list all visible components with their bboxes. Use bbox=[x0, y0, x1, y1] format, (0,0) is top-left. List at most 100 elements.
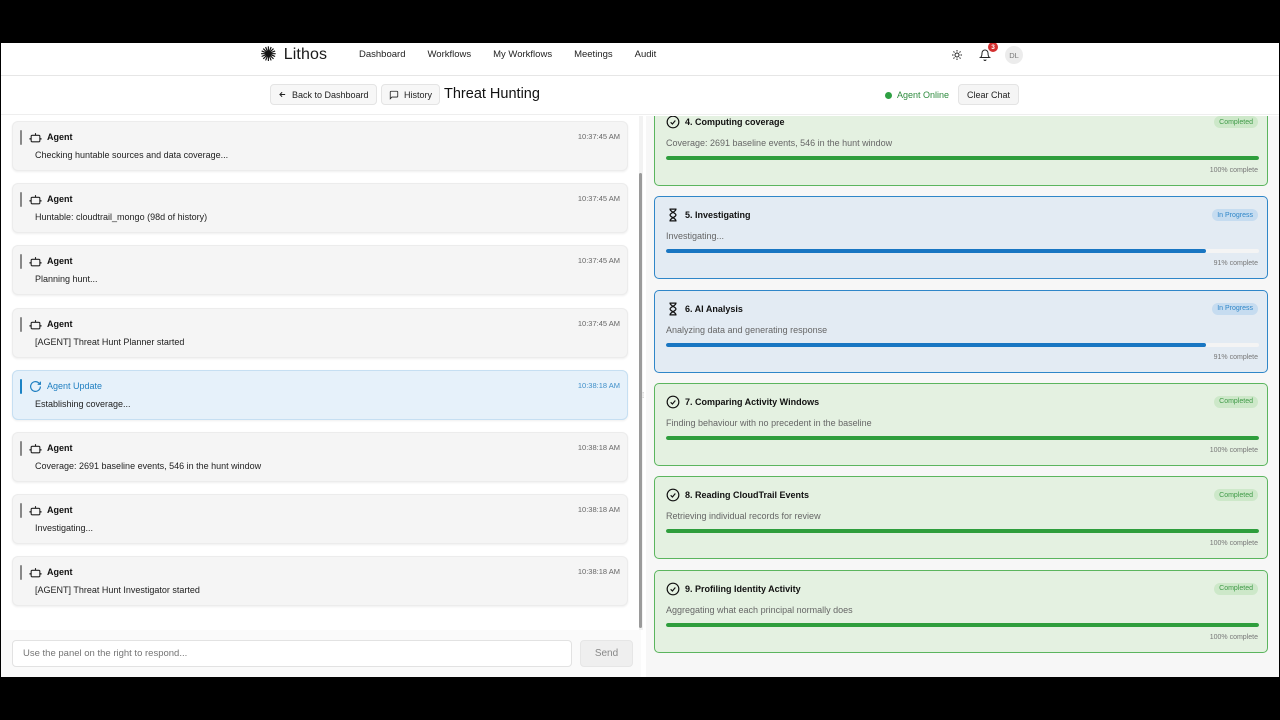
sun-icon bbox=[952, 50, 962, 60]
notification-badge: 3 bbox=[988, 43, 998, 52]
app-window: ✺ Lithos Dashboard Workflows My Workflow… bbox=[1, 43, 1279, 677]
chat-message: Agent 10:38:18 AM [AGENT] Threat Hunt Inve… bbox=[12, 556, 628, 607]
message-author: Agent bbox=[47, 132, 73, 142]
message-timestamp: 10:37:45 AM bbox=[577, 318, 620, 328]
nav-dashboard[interactable]: Dashboard bbox=[359, 49, 405, 60]
step-progress-bar bbox=[666, 249, 1259, 254]
workflow-steps-panel[interactable]: 4. Computing coverage Completed Coverage: … bbox=[646, 116, 1279, 677]
workflow-step-card[interactable]: 5. Investigating In Progress Investigating… bbox=[654, 196, 1268, 280]
message-text: Huntable: cloudtrail_mongo (98d of histo… bbox=[35, 212, 208, 223]
workflow-step-card[interactable]: 9. Profiling Identity Activity Completed A… bbox=[654, 569, 1268, 653]
chat-message: Agent 10:37:45 AM Checking huntable source… bbox=[12, 121, 628, 171]
message-timestamp: 10:38:18 AM bbox=[577, 505, 620, 515]
step-description: Investigating... bbox=[666, 231, 725, 242]
message-timestamp: 10:38:18 AM bbox=[577, 567, 620, 577]
step-description: Retrieving individual records for review bbox=[666, 511, 821, 522]
step-status-badge: Completed bbox=[1214, 116, 1258, 128]
arrow-left-icon bbox=[279, 91, 286, 98]
chat-messages-panel[interactable]: Agent 10:37:45 AM Checking huntable source… bbox=[1, 116, 639, 630]
step-status-badge: In Progress bbox=[1212, 209, 1258, 222]
robot-icon bbox=[29, 566, 42, 579]
notifications-button[interactable]: 3 bbox=[977, 43, 998, 63]
status-dot-icon bbox=[885, 91, 892, 99]
brand-name: Lithos bbox=[283, 46, 328, 63]
nav-links: Dashboard Workflows My Workflows Meeting… bbox=[359, 49, 678, 60]
refresh-icon bbox=[29, 380, 42, 393]
message-timestamp: 10:37:45 AM bbox=[577, 194, 620, 204]
step-progress-bar bbox=[666, 622, 1259, 627]
step-progress-fill bbox=[666, 529, 1259, 534]
step-description: Analyzing data and generating response bbox=[666, 324, 828, 335]
workflow-step-card[interactable]: 7. Comparing Activity Windows Completed Fi… bbox=[654, 382, 1268, 466]
nav-workflows[interactable]: Workflows bbox=[427, 49, 471, 60]
back-to-dashboard-button[interactable]: Back to Dashboard bbox=[270, 84, 377, 105]
message-timestamp: 10:37:45 AM bbox=[577, 256, 620, 266]
message-text: [AGENT] Threat Hunt Investigator started bbox=[35, 585, 200, 596]
logo-icon: ✺ bbox=[260, 44, 277, 66]
resize-handle-icon[interactable]: ⁞ bbox=[642, 391, 644, 400]
step-progress-fill bbox=[666, 342, 1206, 347]
step-name: 4. Computing coverage bbox=[685, 117, 785, 127]
history-button[interactable]: History bbox=[381, 84, 441, 105]
chat-input[interactable] bbox=[12, 640, 572, 667]
workflow-step-card[interactable]: 8. Reading CloudTrail Events Completed Ret… bbox=[654, 476, 1268, 560]
robot-icon bbox=[29, 504, 42, 517]
theme-toggle-button[interactable] bbox=[949, 47, 965, 63]
step-progress-label: 100% complete bbox=[1209, 446, 1258, 454]
step-description: Finding behaviour with no precedent in t… bbox=[666, 417, 872, 428]
page-header: Back to Dashboard History Threat Hunting… bbox=[1, 77, 1279, 115]
top-navbar: ✺ Lithos Dashboard Workflows My Workflow… bbox=[1, 43, 1279, 76]
step-progress-bar bbox=[666, 342, 1259, 347]
workflow-step-card[interactable]: 6. AI Analysis In Progress Analyzing data … bbox=[654, 289, 1268, 373]
message-accent-bar bbox=[20, 316, 22, 332]
step-progress-bar bbox=[666, 156, 1259, 160]
check-circle-icon bbox=[666, 488, 680, 502]
nav-my-workflows[interactable]: My Workflows bbox=[493, 49, 552, 60]
send-button[interactable]: Send bbox=[580, 640, 633, 667]
history-button-label: History bbox=[404, 89, 433, 100]
message-square-icon bbox=[389, 90, 399, 100]
message-author: Agent bbox=[47, 318, 73, 329]
workflow-step-card[interactable]: 4. Computing coverage Completed Coverage: … bbox=[654, 116, 1268, 186]
check-circle-icon bbox=[666, 582, 680, 596]
chat-scrollbar-thumb[interactable] bbox=[639, 173, 642, 628]
chat-message: Agent 10:37:45 AM Planning hunt... bbox=[12, 245, 628, 296]
robot-icon bbox=[29, 318, 42, 331]
step-name: 9. Profiling Identity Activity bbox=[685, 583, 801, 594]
message-timestamp: 10:38:18 AM bbox=[577, 380, 620, 390]
nav-meetings[interactable]: Meetings bbox=[574, 49, 613, 60]
robot-icon bbox=[29, 131, 42, 144]
chat-message: Agent 10:38:18 AM Investigating... bbox=[12, 494, 628, 545]
clear-chat-button[interactable]: Clear Chat bbox=[958, 84, 1020, 105]
hourglass-icon bbox=[666, 302, 680, 316]
step-description: Aggregating what each principal normally… bbox=[666, 604, 853, 615]
step-progress-label: 91% complete bbox=[1213, 353, 1258, 361]
avatar[interactable]: DL bbox=[1005, 46, 1023, 64]
step-status-badge: Completed bbox=[1214, 395, 1258, 408]
step-progress-label: 100% complete bbox=[1209, 540, 1258, 548]
chat-message: Agent 10:37:45 AM [AGENT] Threat Hunt Plan… bbox=[12, 307, 628, 358]
step-description: Coverage: 2691 baseline events, 546 in t… bbox=[666, 138, 893, 148]
step-name: 8. Reading CloudTrail Events bbox=[685, 490, 810, 501]
step-progress-fill bbox=[666, 435, 1259, 440]
step-status-badge: Completed bbox=[1214, 582, 1258, 595]
step-progress-fill bbox=[666, 156, 1259, 160]
message-accent-bar bbox=[20, 192, 22, 208]
step-status-badge: Completed bbox=[1214, 489, 1258, 502]
step-status-badge: In Progress bbox=[1212, 302, 1258, 315]
step-progress-label: 91% complete bbox=[1213, 260, 1258, 268]
step-progress-fill bbox=[666, 249, 1206, 254]
message-text: Investigating... bbox=[35, 523, 94, 534]
logo[interactable]: ✺ Lithos bbox=[260, 44, 327, 66]
robot-icon bbox=[29, 442, 42, 455]
nav-audit[interactable]: Audit bbox=[635, 49, 657, 60]
step-progress-label: 100% complete bbox=[1209, 167, 1258, 174]
message-timestamp: 10:37:45 AM bbox=[577, 132, 620, 141]
step-name: 7. Comparing Activity Windows bbox=[685, 396, 820, 407]
chat-message: Agent 10:37:45 AM Huntable: cloudtrail_mon… bbox=[12, 183, 628, 234]
step-progress-label: 100% complete bbox=[1209, 633, 1258, 641]
message-text: [AGENT] Threat Hunt Planner started bbox=[35, 336, 185, 347]
nav-actions: 3 DL bbox=[949, 43, 1023, 64]
robot-icon bbox=[29, 193, 42, 206]
message-accent-bar bbox=[20, 503, 22, 519]
